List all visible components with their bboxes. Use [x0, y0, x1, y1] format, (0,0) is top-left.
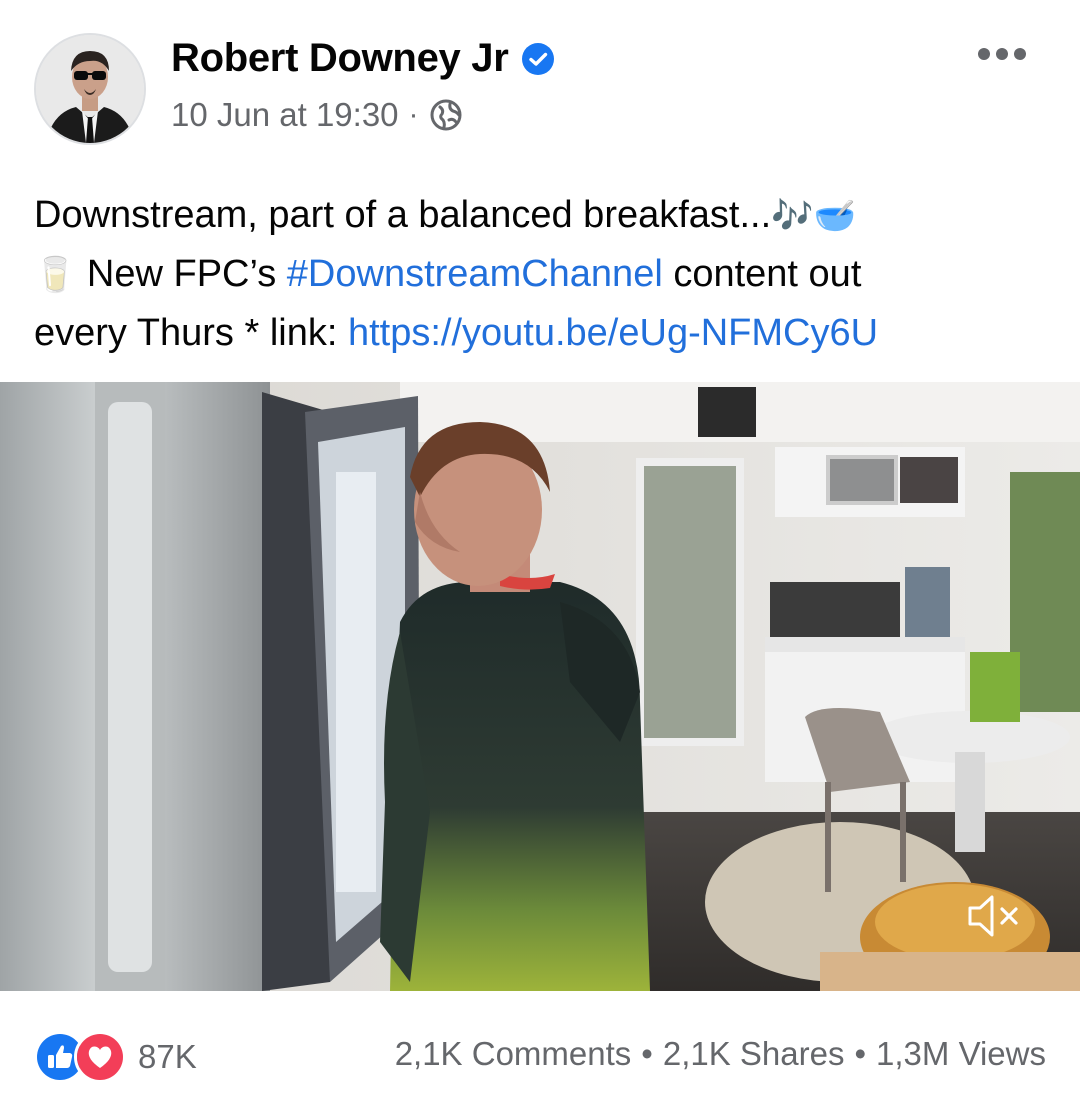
- avatar[interactable]: [34, 33, 146, 145]
- mute-icon[interactable]: [964, 891, 1024, 941]
- milk-emoji: 🥛: [34, 256, 77, 294]
- globe-icon[interactable]: [429, 98, 463, 132]
- reaction-count: 87K: [138, 1038, 197, 1075]
- post-text-segment: New FPC’s: [76, 253, 287, 295]
- post-meta: 10 Jun at 19:30 ·: [171, 96, 463, 134]
- youtube-link[interactable]: https://youtu.be/eUg-NFMCy6U: [348, 312, 878, 354]
- author-row: Robert Downey Jr: [171, 36, 555, 81]
- post-text: Downstream, part of a balanced breakfast…: [34, 186, 1054, 362]
- post-text-line-2: 🥛 New FPC’s #DownstreamChannel content o…: [34, 245, 1054, 304]
- comments-count[interactable]: 2,1K Comments: [395, 1035, 632, 1073]
- stats-separator: •: [854, 1035, 867, 1072]
- bowl-emoji: 🥣: [813, 197, 856, 235]
- post-text-segment: Downstream, part of a balanced breakfast…: [34, 194, 772, 236]
- post-header: Robert Downey Jr 10 Jun at 19:30 ·: [0, 0, 1080, 170]
- video-player[interactable]: [0, 382, 1080, 991]
- video-frame: [0, 382, 1080, 991]
- author-name[interactable]: Robert Downey Jr: [171, 36, 509, 81]
- views-count: 1,3M Views: [876, 1035, 1046, 1072]
- post-timestamp[interactable]: 10 Jun at 19:30: [171, 96, 399, 134]
- avatar-image: [36, 35, 144, 143]
- music-notes-emoji: 🎶: [771, 197, 814, 235]
- stats-separator: •: [641, 1035, 653, 1072]
- verified-badge-icon: [521, 42, 555, 76]
- love-reaction-icon: [74, 1031, 126, 1083]
- post-text-line-1: Downstream, part of a balanced breakfast…: [34, 186, 1054, 245]
- hashtag-link[interactable]: #DownstreamChannel: [287, 253, 663, 295]
- post-text-segment: content out: [662, 253, 862, 295]
- meta-separator: ·: [408, 98, 419, 131]
- reactions-summary[interactable]: 87K: [34, 1031, 197, 1083]
- post-footer: 87K 2,1K Comments • 2,1K Shares • 1,3M V…: [0, 1011, 1080, 1099]
- shares-count[interactable]: 2,1K Shares: [663, 1035, 845, 1073]
- post-stats: 2,1K Comments • 2,1K Shares • 1,3M Views: [395, 1035, 1046, 1073]
- more-options-icon[interactable]: [976, 42, 1028, 66]
- post-text-line-3: every Thurs * link: https://youtu.be/eUg…: [34, 304, 1054, 362]
- post-text-segment: every Thurs * link:: [34, 312, 348, 354]
